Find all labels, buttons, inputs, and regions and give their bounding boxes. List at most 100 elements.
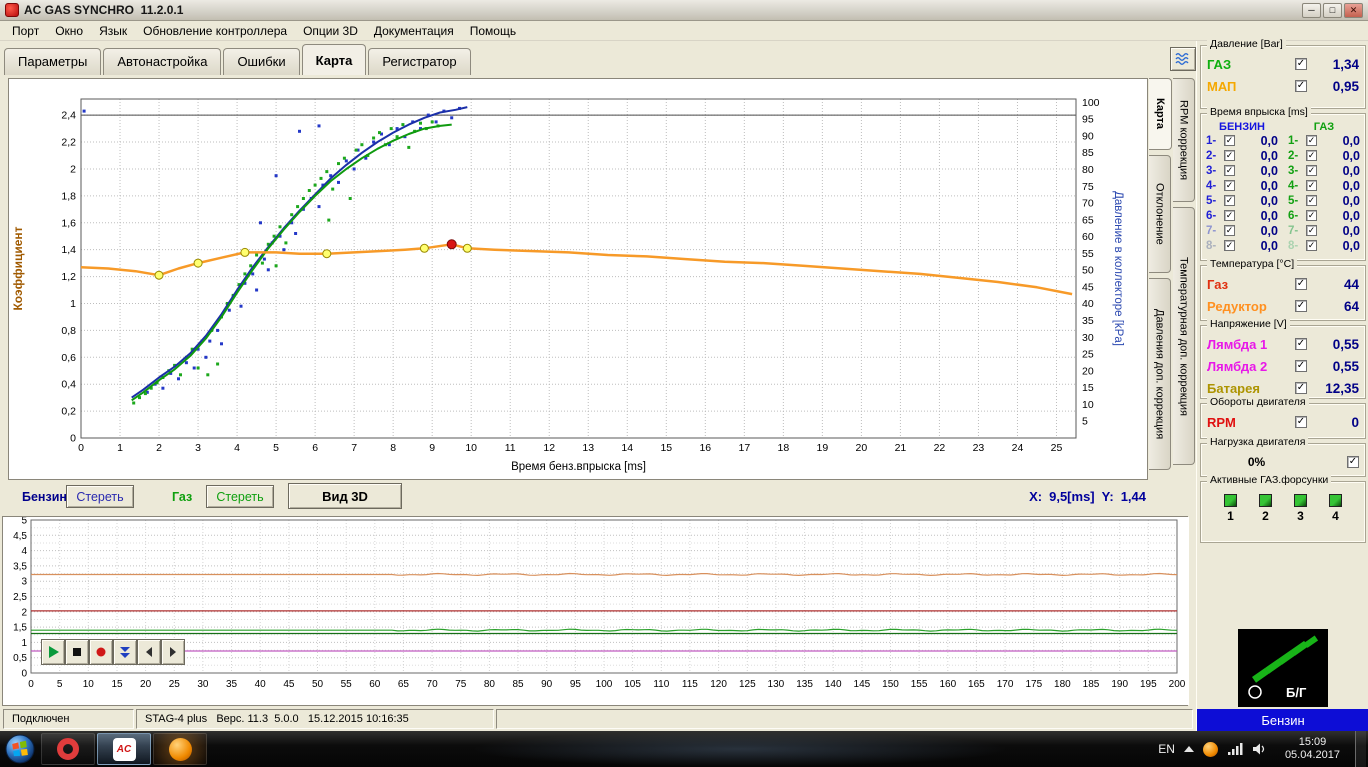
tab-map[interactable]: Карта bbox=[301, 44, 367, 75]
svg-text:0,2: 0,2 bbox=[61, 406, 76, 418]
menu-documentation[interactable]: Документация bbox=[366, 22, 462, 40]
voltage-row-lambda1: Лямбда 1 0,55 bbox=[1201, 334, 1365, 354]
map-chart-panel: 0 1 2 3 4 5 6 7 8 9 10 11 12 13 14 15 16 17 18 19 20 21 22 23 24… bbox=[8, 78, 1148, 480]
language-indicator[interactable]: EN bbox=[1158, 742, 1175, 756]
svg-text:80: 80 bbox=[484, 679, 496, 690]
svg-text:9: 9 bbox=[429, 442, 435, 454]
gas-8-checkbox[interactable] bbox=[1306, 240, 1317, 251]
lambda2-checkbox[interactable] bbox=[1295, 360, 1307, 372]
tab-bar: Параметры Автонастройка Ошибки Карта Рег… bbox=[4, 43, 471, 75]
svg-text:2,4: 2,4 bbox=[61, 110, 76, 122]
menu-help[interactable]: Помощь bbox=[462, 22, 524, 40]
benzine-4-checkbox[interactable] bbox=[1224, 180, 1235, 191]
pressure-group: Давление [Bar] ГАЗ 1,34 МАП 0,95 bbox=[1200, 38, 1366, 109]
benzine-8-checkbox[interactable] bbox=[1224, 240, 1235, 251]
map-pressure-checkbox[interactable] bbox=[1295, 80, 1307, 92]
subtab-pressure-correction[interactable]: Давления доп. коррекция bbox=[1149, 278, 1171, 470]
temperature-group-title: Температура [°C] bbox=[1207, 258, 1298, 270]
step-forward-button[interactable] bbox=[161, 639, 185, 665]
injector-indicator-4: 4 bbox=[1325, 494, 1347, 523]
gas-7-checkbox[interactable] bbox=[1306, 225, 1317, 236]
svg-text:40: 40 bbox=[1082, 298, 1094, 310]
svg-text:165: 165 bbox=[968, 679, 985, 690]
minimize-button[interactable]: ─ bbox=[1302, 2, 1321, 18]
subtab-temperature-correction[interactable]: Температурная доп. коррекция bbox=[1173, 207, 1195, 465]
tab-errors[interactable]: Ошибки bbox=[223, 48, 300, 75]
svg-text:17: 17 bbox=[738, 442, 750, 454]
tray-avast-icon[interactable] bbox=[1202, 741, 1218, 757]
svg-text:1,4: 1,4 bbox=[61, 244, 76, 256]
maximize-button[interactable]: □ bbox=[1323, 2, 1342, 18]
benzine-3-checkbox[interactable] bbox=[1224, 165, 1235, 176]
gas-6-checkbox[interactable] bbox=[1306, 210, 1317, 221]
pressure-row-map: МАП 0,95 bbox=[1201, 76, 1365, 96]
subtab-deviation[interactable]: Отклонение bbox=[1149, 155, 1171, 273]
benzine-1-checkbox[interactable] bbox=[1224, 135, 1235, 146]
skip-to-end-button[interactable] bbox=[113, 639, 137, 665]
reducer-temp-checkbox[interactable] bbox=[1295, 300, 1307, 312]
svg-text:3,5: 3,5 bbox=[13, 561, 27, 572]
play-button[interactable] bbox=[41, 639, 65, 665]
show-desktop-button[interactable] bbox=[1355, 731, 1366, 767]
close-button[interactable]: ✕ bbox=[1344, 2, 1363, 18]
svg-text:200: 200 bbox=[1169, 679, 1186, 690]
svg-text:4: 4 bbox=[234, 442, 240, 454]
gas-2-checkbox[interactable] bbox=[1306, 150, 1317, 161]
subtab-map[interactable]: Карта bbox=[1149, 78, 1172, 150]
gas-5-checkbox[interactable] bbox=[1306, 195, 1317, 206]
map-chart[interactable]: 0 1 2 3 4 5 6 7 8 9 10 11 12 13 14 15 16 17 18 19 20 21 22 23 24… bbox=[9, 79, 1149, 481]
menu-port[interactable]: Порт bbox=[4, 22, 47, 40]
svg-text:140: 140 bbox=[825, 679, 842, 690]
svg-text:1,5: 1,5 bbox=[13, 623, 27, 634]
svg-text:95: 95 bbox=[1082, 114, 1094, 126]
stop-button[interactable] bbox=[65, 639, 89, 665]
waves-button[interactable] bbox=[1170, 47, 1196, 71]
fuel-mode-indicator[interactable]: Бензин bbox=[1197, 709, 1368, 731]
clock[interactable]: 15:09 05.04.2017 bbox=[1285, 736, 1340, 762]
load-group-title: Нагрузка двигателя bbox=[1207, 436, 1309, 448]
lambda1-checkbox[interactable] bbox=[1295, 338, 1307, 350]
tab-autotune[interactable]: Автонастройка bbox=[103, 48, 222, 75]
injection-row-7: 7-0,0 7-0,0 bbox=[1201, 223, 1365, 238]
benzine-5-checkbox[interactable] bbox=[1224, 195, 1235, 206]
gas-temp-checkbox[interactable] bbox=[1295, 278, 1307, 290]
recorder-chart: 00,511,522,533,544,550 5 10 15 20 25 30 35 40 45 5… bbox=[3, 516, 1189, 705]
gas-4-checkbox[interactable] bbox=[1306, 180, 1317, 191]
gas-pressure-checkbox[interactable] bbox=[1295, 58, 1307, 70]
svg-text:90: 90 bbox=[1082, 130, 1094, 142]
svg-text:45: 45 bbox=[283, 679, 295, 690]
subtab-rpm-correction[interactable]: RPM коррекция bbox=[1173, 78, 1195, 202]
voltage-row-lambda2: Лямбда 2 0,55 bbox=[1201, 356, 1365, 376]
tab-recorder[interactable]: Регистратор bbox=[368, 48, 471, 75]
network-icon[interactable] bbox=[1227, 742, 1243, 756]
svg-text:2: 2 bbox=[21, 607, 27, 618]
menu-window[interactable]: Окно bbox=[47, 22, 91, 40]
benzine-6-checkbox[interactable] bbox=[1224, 210, 1235, 221]
volume-icon[interactable] bbox=[1252, 742, 1266, 756]
start-button[interactable] bbox=[0, 731, 40, 767]
rpm-checkbox[interactable] bbox=[1295, 416, 1307, 428]
clear-gas-button[interactable]: Стереть bbox=[206, 485, 274, 508]
view-3d-button[interactable]: Вид 3D bbox=[288, 483, 402, 509]
benzine-7-checkbox[interactable] bbox=[1224, 225, 1235, 236]
svg-text:65: 65 bbox=[1082, 214, 1094, 226]
taskbar-acgas-button[interactable]: AC bbox=[97, 733, 151, 765]
gas-3-checkbox[interactable] bbox=[1306, 165, 1317, 176]
menu-language[interactable]: Язык bbox=[91, 22, 135, 40]
gas-1-checkbox[interactable] bbox=[1306, 135, 1317, 146]
step-back-button[interactable] bbox=[137, 639, 161, 665]
svg-text:85: 85 bbox=[512, 679, 524, 690]
record-button[interactable] bbox=[89, 639, 113, 665]
taskbar-opera-button[interactable] bbox=[41, 733, 95, 765]
tab-parameters[interactable]: Параметры bbox=[4, 48, 102, 75]
waves-icon bbox=[1175, 53, 1189, 65]
benzine-2-checkbox[interactable] bbox=[1224, 150, 1235, 161]
menu-options-3d[interactable]: Опции 3D bbox=[295, 22, 366, 40]
taskbar-avast-button[interactable] bbox=[153, 733, 207, 765]
load-checkbox[interactable] bbox=[1346, 456, 1359, 468]
show-hidden-icons-chevron-icon[interactable] bbox=[1183, 746, 1194, 752]
clear-benzine-button[interactable]: Стереть bbox=[66, 485, 134, 508]
battery-checkbox[interactable] bbox=[1295, 382, 1307, 394]
lambda1-label: Лямбда 1 bbox=[1207, 336, 1268, 352]
menu-controller-update[interactable]: Обновление контроллера bbox=[135, 22, 295, 40]
